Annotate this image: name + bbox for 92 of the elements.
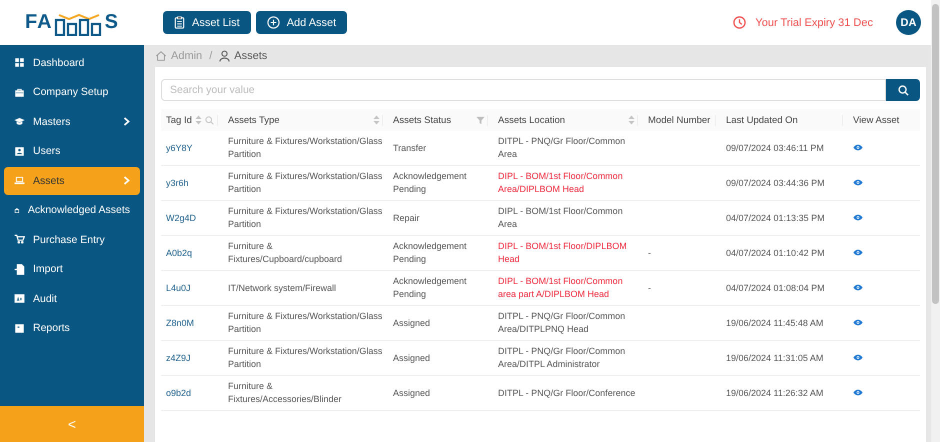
table-cell: IT/Network system/Firewall xyxy=(228,282,336,292)
table-cell: A0b2q xyxy=(166,248,192,258)
eye-icon[interactable] xyxy=(853,284,863,290)
logo-text: S xyxy=(104,11,119,34)
table-cell: Furniture & Fixtures/Cupboard/cupboard xyxy=(228,241,342,264)
sidebar-item[interactable]: Import xyxy=(4,256,140,283)
table-cell: 09/07/2024 03:44:36 PM xyxy=(726,178,825,188)
user-icon xyxy=(14,146,25,157)
table-cell: L4u0J xyxy=(166,282,191,292)
column-header: View Asset xyxy=(853,114,900,126)
column-header: Assets Type xyxy=(228,114,280,126)
column-header: Assets Status xyxy=(393,114,452,126)
eye-icon[interactable] xyxy=(853,214,863,220)
user-avatar[interactable]: DA xyxy=(896,10,921,35)
table-cell: Z8n0M xyxy=(166,318,194,328)
table-cell: Furniture & Fixtures/Workstation/Glass Partition xyxy=(228,346,382,369)
table-cell: DITPL - PNQ/Gr Floor/Conference xyxy=(498,388,636,398)
table-cell: Furniture & Fixtures/Workstation/Glass Partition xyxy=(228,136,382,159)
search-button[interactable] xyxy=(886,79,920,101)
sidebar-item[interactable]: Reports xyxy=(4,314,140,342)
table-cell: DITPL - PNQ/Gr Floor/Common Area/DITPLPNQ Head xyxy=(498,311,626,334)
cart-icon xyxy=(14,234,25,246)
sidebar-item[interactable]: Company Setup xyxy=(4,78,140,106)
table-cell: o9b2d xyxy=(166,388,192,398)
sidebar-item[interactable]: Assets xyxy=(4,167,140,194)
grid-icon xyxy=(14,57,25,68)
table-cell: 09/07/2024 03:46:11 PM xyxy=(726,142,824,152)
table-cell: Assigned xyxy=(393,388,430,398)
laptop-icon xyxy=(14,175,25,186)
add-asset-button[interactable]: Add Asset xyxy=(256,11,348,34)
table-cell: Furniture & Fixtures/Workstation/Glass Partition xyxy=(228,171,382,194)
clock-icon xyxy=(733,16,746,29)
scrollbar-thumb[interactable] xyxy=(932,4,939,304)
table-cell: 19/06/2024 11:26:32 AM xyxy=(726,388,824,398)
table-cell: Furniture & Fixtures/Accessories/Blinder xyxy=(228,381,342,404)
trial-expiry-text: Your Trial Expiry 31 Dec xyxy=(755,16,873,28)
eye-icon[interactable] xyxy=(853,354,863,360)
table-cell: W2g4D xyxy=(166,212,196,222)
table-cell: DIPL - BOM/1st Floor/Common Area xyxy=(498,206,623,229)
table-cell: Repair xyxy=(393,212,420,222)
report-icon xyxy=(14,322,25,334)
column-header: Tag Id xyxy=(166,114,192,126)
breadcrumb-separator: / xyxy=(209,50,212,62)
table-cell: - xyxy=(648,282,651,292)
briefcase-icon xyxy=(14,86,25,98)
table-cell: DIPL - BOM/1st Floor/Common Area/DIPLBOM Head xyxy=(498,171,623,194)
table-cell: z4Z9J xyxy=(166,352,191,362)
table-cell: DITPL - PNQ/Gr Floor/Common Area xyxy=(498,136,626,159)
table-cell: Assigned xyxy=(393,318,430,328)
table-cell: 19/06/2024 11:45:48 AM xyxy=(726,318,824,328)
sidebar-item[interactable]: Acknowledged Assets xyxy=(4,196,140,224)
home-icon xyxy=(155,50,167,62)
column-header: Assets Location xyxy=(498,114,566,126)
sidebar-item[interactable]: Masters xyxy=(4,108,140,136)
table-cell: Assigned xyxy=(393,352,430,362)
sidebar-item[interactable]: Audit xyxy=(4,285,140,312)
table-cell: 04/07/2024 01:10:42 PM xyxy=(726,248,825,258)
user-icon xyxy=(219,50,230,62)
table-cell: Furniture & Fixtures/Workstation/Glass Partition xyxy=(228,311,382,334)
table-cell: 04/07/2024 01:08:04 PM xyxy=(726,282,825,292)
plus-circle-icon xyxy=(266,16,280,29)
sidebar-item[interactable]: Dashboard xyxy=(4,49,140,76)
table-cell: Transfer xyxy=(393,142,426,152)
import-icon xyxy=(14,264,25,275)
column-header: Last Updated On xyxy=(726,114,798,126)
sidebar-item[interactable]: Purchase Entry xyxy=(4,226,140,254)
table-cell: DITPL - PNQ/Gr Floor/Common Area/DITPL Administrator xyxy=(498,346,626,369)
eye-icon[interactable] xyxy=(853,318,863,326)
table-cell: 04/07/2024 01:13:35 PM xyxy=(726,212,825,222)
column-header: Model Number xyxy=(648,114,710,126)
table-cell: Furniture & Fixtures/Workstation/Glass Partition xyxy=(228,206,382,229)
table-cell: - xyxy=(648,248,651,258)
eye-icon[interactable] xyxy=(853,178,863,186)
table-cell: Acknowledgement Pending xyxy=(393,241,467,264)
table-cell: y3r6h xyxy=(166,178,189,188)
sidebar-item[interactable]: Users xyxy=(4,138,140,165)
eye-icon[interactable] xyxy=(853,248,863,256)
asset-list-button[interactable]: Asset List xyxy=(163,11,251,34)
table-cell: Acknowledgement Pending xyxy=(393,171,467,194)
search-field[interactable]: Search your value xyxy=(161,79,886,101)
breadcrumb-current: Assets xyxy=(234,50,268,62)
table-cell: Acknowledgement Pending xyxy=(393,276,467,299)
cap-icon xyxy=(14,116,25,128)
search-icon xyxy=(898,84,908,96)
logo-text: FA xyxy=(25,11,53,34)
clipboard-icon xyxy=(174,16,185,29)
eye-icon[interactable] xyxy=(853,388,863,396)
table-cell: DIPL - BOM/1st Floor/DIPLBOM Head xyxy=(498,241,627,264)
table-cell: 19/06/2024 11:31:05 AM xyxy=(726,352,824,362)
table-cell: y6Y8Y xyxy=(166,142,193,152)
eye-icon[interactable] xyxy=(853,144,863,150)
table-cell: DIPL - BOM/1st Floor/Common area part A/DIPLBOM Head xyxy=(498,276,623,299)
